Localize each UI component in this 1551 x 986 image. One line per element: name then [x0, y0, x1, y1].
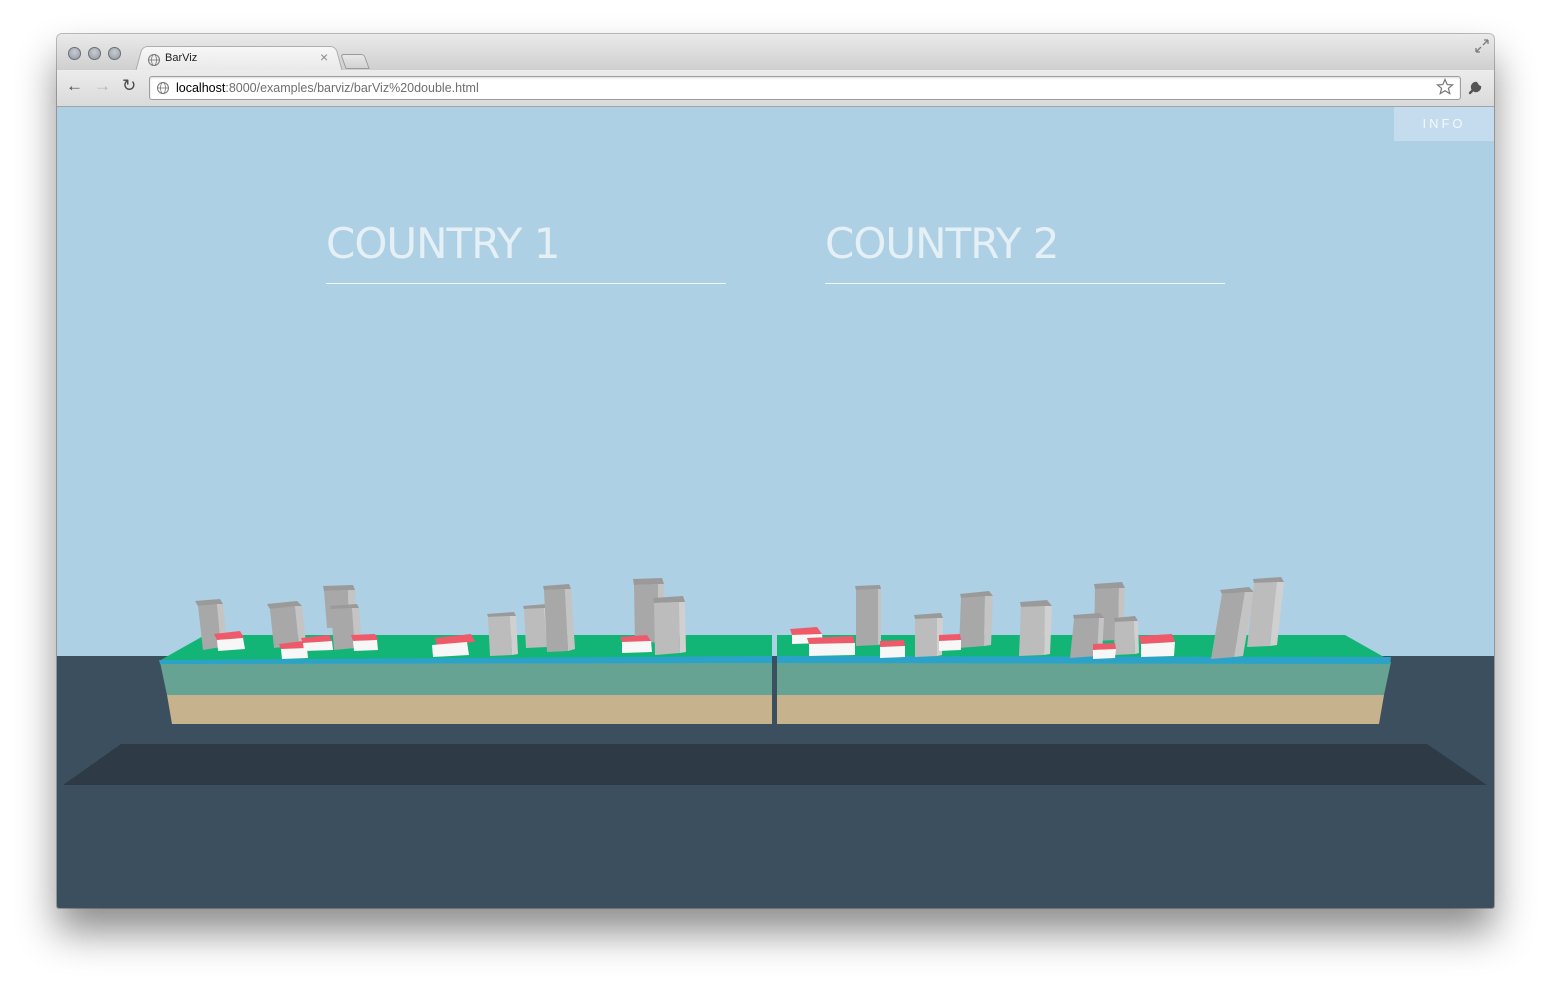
url-text[interactable]: localhost:8000/examples/barviz/barViz%20… — [176, 81, 479, 95]
tower — [1114, 616, 1139, 655]
back-arrow-icon[interactable]: ← — [66, 76, 83, 96]
house — [1139, 634, 1175, 657]
close-icon[interactable]: × — [320, 49, 328, 65]
globe-icon — [148, 54, 160, 66]
title-bar: BarViz × — [57, 34, 1494, 72]
zoom-window-button[interactable] — [108, 47, 121, 60]
reload-icon[interactable]: ↻ — [122, 76, 136, 96]
house — [1093, 643, 1116, 659]
tower — [653, 596, 686, 655]
close-window-button[interactable] — [68, 47, 81, 60]
house — [807, 636, 855, 656]
star-icon[interactable] — [1436, 78, 1454, 96]
address-bar[interactable]: localhost:8000/examples/barviz/barViz%20… — [149, 76, 1461, 100]
browser-toolbar: ← → ↻ localhost:8000/examples/barviz/bar… — [57, 70, 1494, 107]
tower — [914, 613, 943, 657]
wrench-icon[interactable] — [1467, 78, 1485, 96]
browser-window: BarViz × ← → ↻ localhost:8000/examples/b… — [57, 34, 1494, 908]
floor-shadow — [63, 744, 1487, 785]
house — [939, 634, 961, 651]
url-host: localhost — [176, 81, 226, 95]
house — [214, 631, 245, 651]
new-tab-button[interactable] — [340, 54, 370, 69]
tower — [959, 591, 993, 648]
forward-arrow-icon[interactable]: → — [94, 76, 111, 96]
tower — [543, 584, 575, 652]
tower — [1019, 600, 1052, 656]
house — [351, 634, 378, 651]
tower — [855, 585, 881, 646]
barviz-scene[interactable] — [57, 107, 1494, 908]
tab-content: BarViz × — [145, 49, 345, 71]
tab-title: BarViz — [165, 52, 198, 64]
url-path: :8000/examples/barviz/barViz%20double.ht… — [225, 81, 479, 95]
house — [620, 635, 652, 653]
tower — [487, 612, 518, 656]
fullscreen-icon[interactable] — [1474, 38, 1490, 54]
minimize-window-button[interactable] — [88, 47, 101, 60]
page-viewport: INFO COUNTRY 1 COUNTRY 2 — [57, 107, 1494, 908]
globe-icon — [157, 82, 169, 94]
house — [880, 640, 905, 658]
